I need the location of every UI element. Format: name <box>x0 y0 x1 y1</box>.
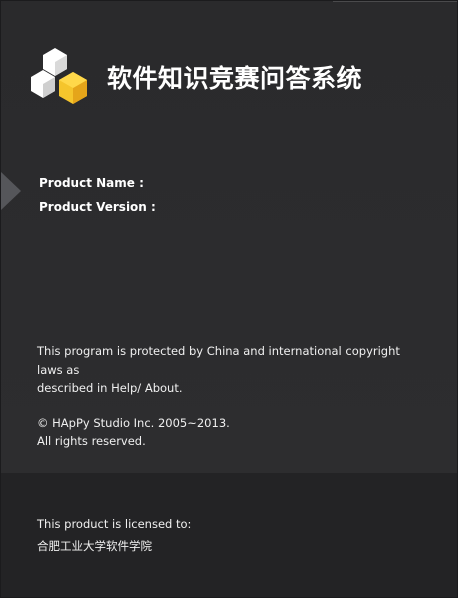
license-info: This product is licensed to: 合肥工业大学软件学院 <box>37 513 191 557</box>
splash-window: 软件知识竞赛问答系统 Product Name : Product Versio… <box>0 0 458 598</box>
section-arrow-icon <box>1 172 21 210</box>
product-name-row: Product Name : <box>39 173 162 197</box>
top-border-highlight <box>333 1 457 2</box>
app-title: 软件知识竞赛问答系统 <box>107 64 363 93</box>
rights-line: All rights reserved. <box>37 434 146 448</box>
license-label: This product is licensed to: <box>37 517 192 531</box>
legal-line-2: described in Help/ About. <box>37 381 183 395</box>
legal-line-1: This program is protected by China and i… <box>37 344 400 377</box>
copyright-notice: This program is protected by China and i… <box>37 342 427 451</box>
product-name-label: Product Name : <box>39 176 144 190</box>
licensee-name: 合肥工业大学软件学院 <box>37 539 152 553</box>
copyright-line: © HApPy Studio Inc. 2005~2013. <box>37 415 230 430</box>
product-version-row: Product Version : <box>39 197 162 221</box>
product-version-label: Product Version : <box>39 200 156 214</box>
hexagon-cubes-logo-icon <box>31 48 87 104</box>
license-footer: This product is licensed to: 合肥工业大学软件学院 <box>1 473 457 597</box>
product-info: Product Name : Product Version : <box>39 173 162 221</box>
header: 软件知识竞赛问答系统 <box>31 47 362 107</box>
